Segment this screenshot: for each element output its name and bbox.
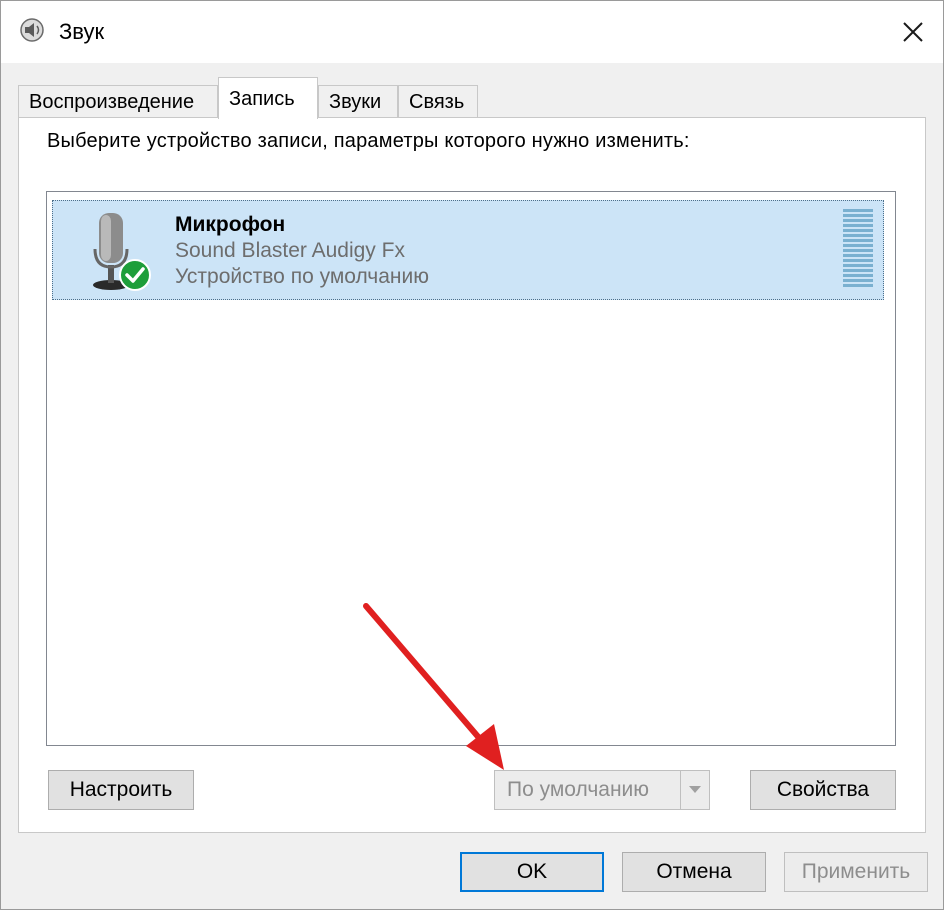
set-default-button[interactable]: По умолчанию (494, 770, 710, 810)
recording-panel: Выберите устройство записи, параметры ко… (18, 117, 926, 833)
chevron-down-icon (689, 786, 701, 793)
apply-button[interactable]: Применить (784, 852, 928, 892)
cancel-button[interactable]: Отмена (622, 852, 766, 892)
device-status: Устройство по умолчанию (175, 265, 429, 288)
ok-button[interactable]: OK (460, 852, 604, 892)
instruction-text: Выберите устройство записи, параметры ко… (47, 130, 690, 152)
sound-dialog: Звук Воспроизведение Запись Звуки Связь … (0, 0, 944, 910)
device-name: Микрофон (175, 213, 286, 236)
set-default-label: По умолчанию (507, 778, 650, 801)
title-bar: Звук (1, 1, 943, 63)
tab-recording[interactable]: Запись (218, 77, 318, 119)
tab-communications[interactable]: Связь (398, 85, 478, 117)
close-button[interactable] (883, 1, 943, 63)
device-item-microphone[interactable]: Микрофон Sound Blaster Audigy Fx Устройс… (52, 200, 884, 300)
speaker-icon (20, 18, 44, 42)
level-meter (843, 209, 873, 291)
checkmark-icon (119, 259, 151, 291)
configure-button[interactable]: Настроить (48, 770, 194, 810)
microphone-icon (93, 213, 151, 291)
device-list[interactable]: Микрофон Sound Blaster Audigy Fx Устройс… (46, 191, 896, 746)
properties-button[interactable]: Свойства (750, 770, 896, 810)
close-icon (903, 22, 923, 42)
device-hardware: Sound Blaster Audigy Fx (175, 239, 405, 262)
set-default-dropdown[interactable] (680, 771, 709, 809)
tab-playback[interactable]: Воспроизведение (18, 85, 218, 117)
tab-sounds[interactable]: Звуки (318, 85, 398, 117)
window-title: Звук (59, 19, 105, 44)
